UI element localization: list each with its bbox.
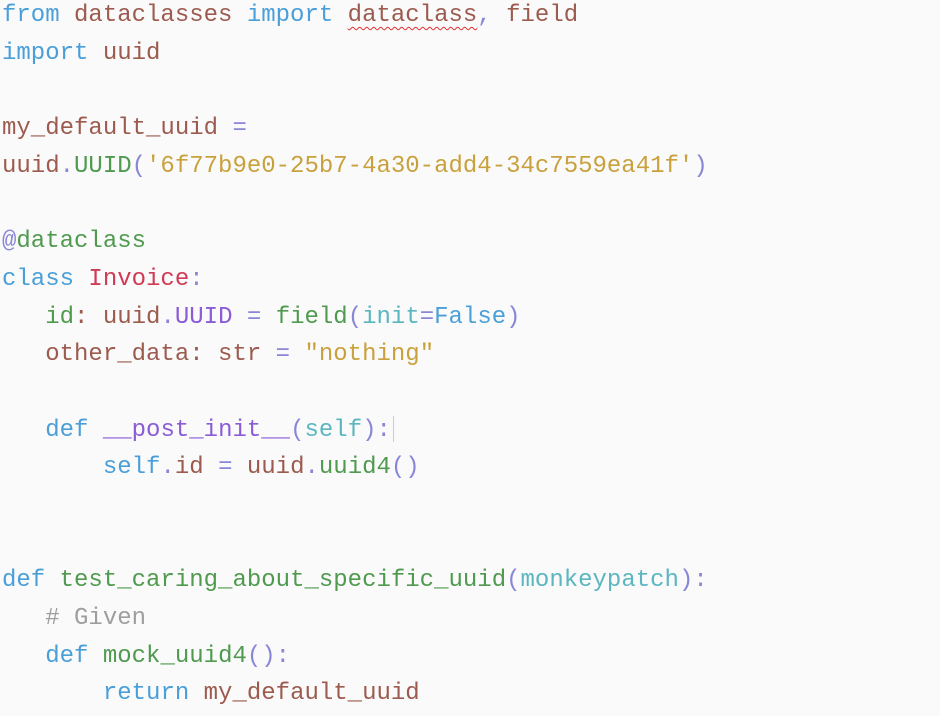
code-line[interactable]: def test_caring_about_specific_uuid(monk… xyxy=(0,565,940,603)
identifier-token xyxy=(232,304,246,331)
parameter-token: init xyxy=(362,303,420,331)
code-line[interactable] xyxy=(0,188,940,226)
parameter-token: monkeypatch xyxy=(520,567,679,595)
identifier-token: uuid xyxy=(2,152,60,180)
string-token: "nothing" xyxy=(304,341,435,369)
code-line[interactable]: @dataclass xyxy=(0,226,940,264)
punctuation-token: ( xyxy=(347,303,363,331)
punctuation-token: ): xyxy=(678,567,708,595)
identifier-token xyxy=(2,454,103,481)
punctuation-token: ) xyxy=(693,152,708,180)
code-line[interactable]: other_data: str = "nothing" xyxy=(0,339,940,377)
code-editor[interactable]: from dataclasses import dataclass, field… xyxy=(0,0,940,716)
function-token: UUID xyxy=(74,152,132,180)
keyword-token: return xyxy=(102,680,190,708)
identifier-token: id xyxy=(174,454,219,482)
punctuation-token: . xyxy=(160,303,175,331)
identifier-token xyxy=(45,567,59,594)
code-line[interactable]: return my_default_uuid xyxy=(0,678,940,716)
code-line[interactable]: uuid.UUID('6f77b9e0-25b7-4a30-add4-34c75… xyxy=(0,151,940,189)
punctuation-token: = xyxy=(218,454,233,482)
identifier-token: my_default_uuid xyxy=(189,680,420,708)
function-token: id xyxy=(45,303,75,331)
attribute-token: UUID xyxy=(174,303,233,331)
identifier-token xyxy=(333,2,347,29)
punctuation-token: : xyxy=(189,265,204,293)
parameter-token: self xyxy=(304,416,363,444)
keyword-token: from xyxy=(2,2,60,29)
code-line[interactable]: def mock_uuid4(): xyxy=(0,641,940,679)
punctuation-token: ( xyxy=(506,567,521,595)
identifier-token xyxy=(88,643,102,670)
identifier-token: uuid xyxy=(232,454,305,482)
code-line[interactable]: id: uuid.UUID = field(init=False) xyxy=(0,302,940,340)
identifier-token xyxy=(88,417,102,444)
class-name-token: Invoice xyxy=(88,265,190,293)
code-line[interactable]: my_default_uuid = xyxy=(0,113,940,151)
punctuation-token: ( xyxy=(290,416,305,444)
keyword-token: self xyxy=(102,454,161,482)
text-cursor xyxy=(392,416,394,443)
punctuation-token: ): xyxy=(362,416,391,444)
code-line[interactable]: # Given xyxy=(0,603,940,641)
keyword-token: import xyxy=(246,2,334,29)
identifier-token xyxy=(290,341,304,368)
identifier-token xyxy=(2,304,45,331)
code-line[interactable]: def __post_init__(self): xyxy=(0,415,940,453)
punctuation-token: , xyxy=(477,2,492,29)
punctuation-token: = xyxy=(275,341,291,369)
identifier-token xyxy=(74,266,88,293)
identifier-token: other_data: str xyxy=(2,341,276,369)
identifier-token xyxy=(2,643,45,670)
code-line[interactable] xyxy=(0,75,940,113)
punctuation-token: @ xyxy=(2,228,17,256)
identifier-token: dataclasses xyxy=(59,2,247,29)
function-token: test_caring_about_specific_uuid xyxy=(59,567,507,595)
keyword-token: def xyxy=(45,642,89,670)
punctuation-token: (): xyxy=(246,642,291,670)
identifier-token: uuid xyxy=(88,39,161,67)
string-token: '6f77b9e0-25b7-4a30-add4-34c7559ea41f' xyxy=(146,152,694,180)
punctuation-token: . xyxy=(160,454,175,482)
code-line[interactable]: class Invoice: xyxy=(0,264,940,302)
function-token: uuid4 xyxy=(318,454,391,482)
identifier-token xyxy=(261,304,275,331)
keyword-token: import xyxy=(2,39,89,67)
code-line[interactable]: from dataclasses import dataclass, field xyxy=(0,0,940,38)
function-token: dataclass xyxy=(16,228,147,256)
code-line[interactable]: import uuid xyxy=(0,38,940,76)
code-line[interactable] xyxy=(0,528,940,566)
identifier-token xyxy=(2,680,103,707)
punctuation-token: () xyxy=(390,454,420,482)
code-line[interactable]: self.id = uuid.uuid4() xyxy=(0,452,940,490)
punctuation-token: . xyxy=(304,454,319,482)
keyword-token: def xyxy=(45,416,89,444)
code-line[interactable] xyxy=(0,377,940,415)
identifier-token xyxy=(2,605,45,632)
identifier-token: field xyxy=(491,2,579,29)
punctuation-token: = xyxy=(246,303,262,331)
function-token: mock_uuid4 xyxy=(102,642,247,670)
punctuation-token: = xyxy=(232,115,247,143)
keyword-token: False xyxy=(434,303,507,331)
identifier-token: my_default_uuid xyxy=(2,115,233,143)
function-token: field xyxy=(275,303,348,331)
code-line[interactable] xyxy=(0,490,940,528)
identifier-token: : uuid xyxy=(74,303,161,331)
punctuation-token: ( xyxy=(131,152,147,180)
punctuation-token: . xyxy=(59,152,75,180)
attribute-token: __post_init__ xyxy=(102,416,291,444)
keyword-token: class xyxy=(2,265,75,293)
keyword-token: def xyxy=(2,567,46,595)
spellcheck-error-token[interactable]: dataclass xyxy=(348,2,478,29)
punctuation-token: ) xyxy=(506,303,521,331)
punctuation-token: = xyxy=(419,303,435,331)
comment-token: # Given xyxy=(45,605,147,632)
identifier-token xyxy=(2,417,45,444)
